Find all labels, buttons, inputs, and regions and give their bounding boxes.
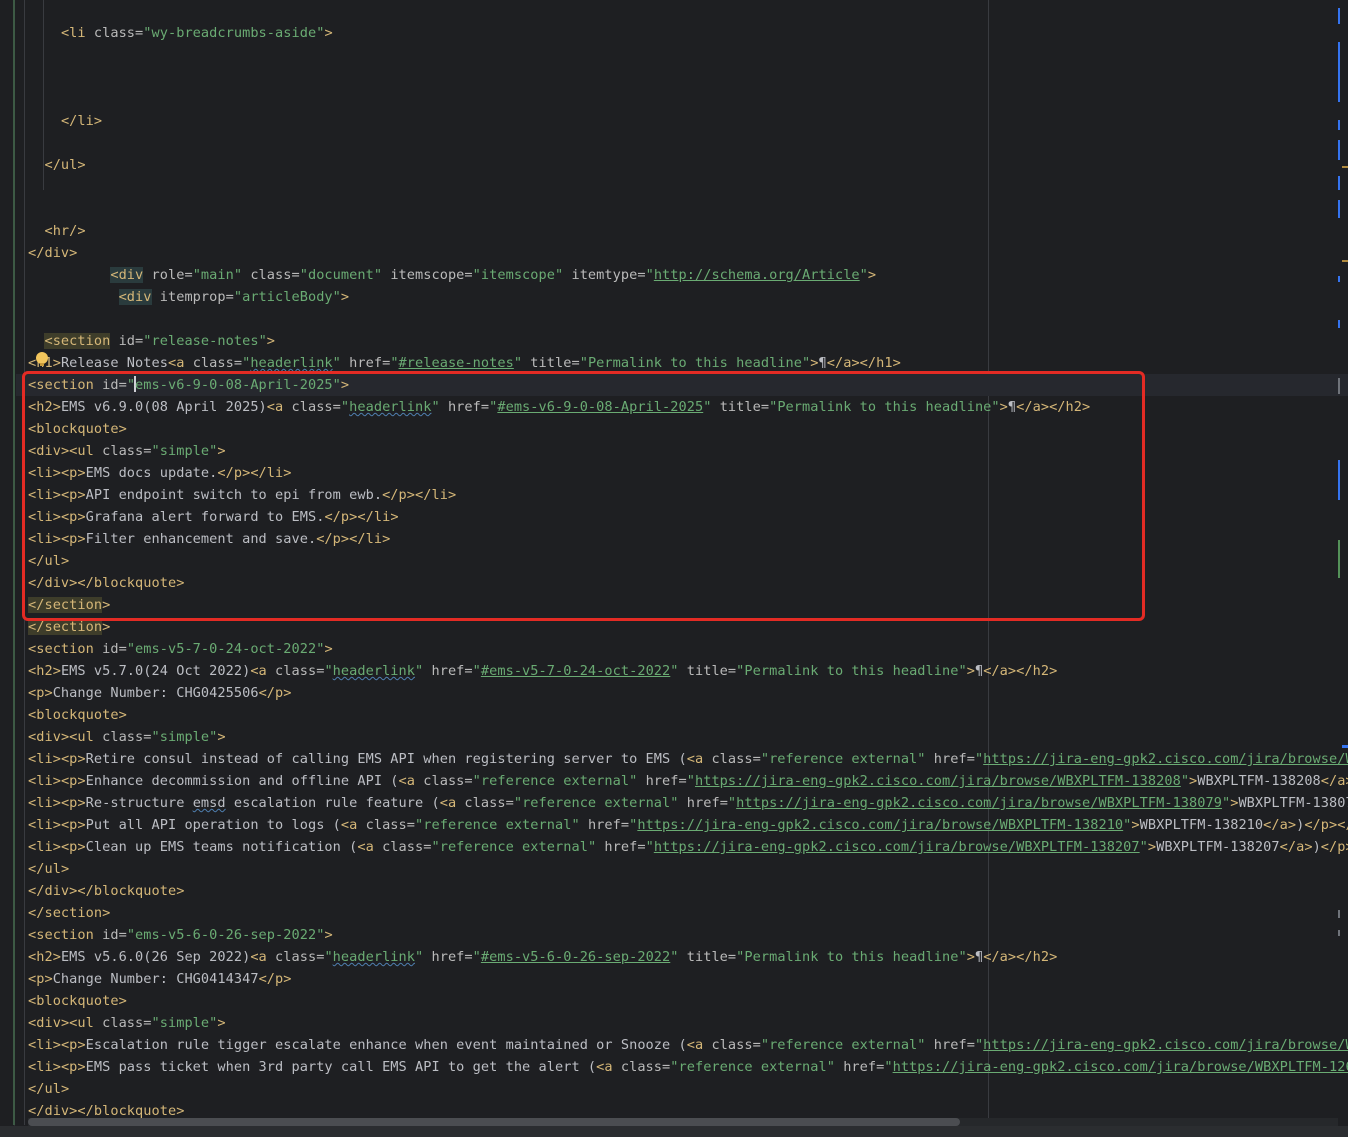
code-line[interactable]: </li> (28, 110, 102, 132)
code-line[interactable]: <li><p>Enhance decommission and offline … (28, 770, 1348, 792)
change-marker[interactable] (1338, 276, 1340, 282)
code-line[interactable]: <section id="ems-v5-6-0-26-sep-2022"> (28, 924, 333, 946)
code-line[interactable]: <blockquote> (28, 704, 127, 726)
code-line[interactable]: </ul> (28, 1078, 69, 1100)
change-marker[interactable] (1338, 140, 1340, 160)
code-line[interactable]: <blockquote> (28, 990, 127, 1012)
code-line[interactable]: <li class="wy-breadcrumbs-aside"> (28, 22, 333, 44)
change-marker[interactable] (1338, 200, 1340, 218)
change-marker[interactable] (1338, 320, 1340, 328)
change-marker[interactable] (1338, 42, 1340, 102)
code-line[interactable]: <h2>EMS v5.6.0(26 Sep 2022)<a class="hea… (28, 946, 1057, 968)
code-line[interactable]: <li><p>Escalation rule tigger escalate e… (28, 1034, 1348, 1056)
code-line[interactable]: <p>Change Number: CHG0414347</p> (28, 968, 292, 990)
code-line[interactable]: <hr/> (28, 220, 86, 242)
code-line[interactable]: <li><p>Clean up EMS teams notification (… (28, 836, 1348, 858)
change-marker[interactable] (1342, 745, 1348, 748)
code-line[interactable]: <section id="ems-v5-7-0-24-oct-2022"> (28, 638, 333, 660)
code-line[interactable]: <li><p>Retire consul instead of calling … (28, 748, 1348, 770)
warning-marker[interactable] (1342, 166, 1348, 168)
change-marker[interactable] (1338, 120, 1340, 130)
code-line[interactable]: <li><p>Re-structure emsd escalation rule… (28, 792, 1348, 814)
code-line[interactable]: <p>Change Number: CHG0425506</p> (28, 682, 292, 704)
code-line[interactable]: <div itemprop="articleBody"> (28, 286, 349, 308)
code-line[interactable]: </section> (28, 902, 110, 924)
code-line[interactable]: </div> (28, 242, 77, 264)
code-line[interactable]: <div role="main" class="document" itemsc… (28, 264, 876, 286)
change-marker[interactable] (1338, 930, 1340, 936)
code-line[interactable]: <li><p>Put all API operation to logs (<a… (28, 814, 1348, 836)
change-marker[interactable] (1338, 8, 1340, 24)
code-line[interactable]: <div><ul class="simple"> (28, 726, 226, 748)
horizontal-scrollbar-thumb[interactable] (28, 1118, 960, 1126)
change-marker[interactable] (1338, 176, 1340, 190)
code-line[interactable]: <div><ul class="simple"> (28, 1012, 226, 1034)
code-line[interactable]: <li><p>EMS pass ticket when 3rd party ca… (28, 1056, 1348, 1078)
code-line[interactable]: </ul> (28, 154, 86, 176)
change-marker[interactable] (1338, 540, 1340, 578)
annotation-highlight-box (22, 371, 1145, 621)
editor-bottom-edge (0, 1126, 1348, 1137)
code-line[interactable]: </div></blockquote> (28, 880, 184, 902)
warning-marker[interactable] (1342, 260, 1348, 262)
code-line[interactable]: </ul> (28, 858, 69, 880)
change-marker[interactable] (1338, 460, 1340, 500)
code-line[interactable]: <section id="release-notes"> (28, 330, 275, 352)
change-marker[interactable] (1338, 910, 1340, 918)
lightbulb-icon[interactable] (36, 352, 48, 366)
code-line[interactable]: <h2>EMS v5.7.0(24 Oct 2022)<a class="hea… (28, 660, 1057, 682)
code-editor[interactable]: <li class="wy-breadcrumbs-aside"> </li> … (0, 0, 1348, 1137)
vcs-change-marker[interactable] (13, 0, 15, 1125)
change-marker[interactable] (1338, 378, 1340, 394)
